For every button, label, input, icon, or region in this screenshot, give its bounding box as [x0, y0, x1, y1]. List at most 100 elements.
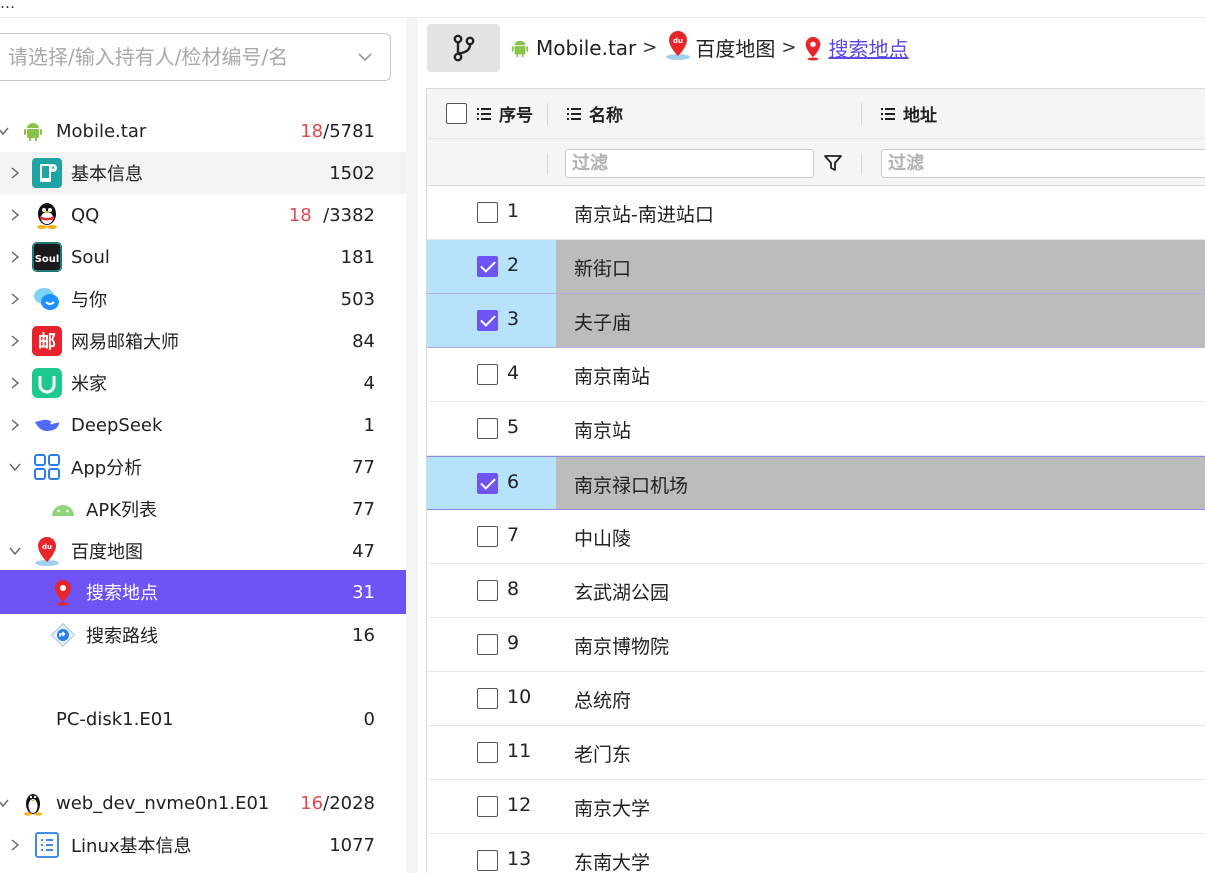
select-all-checkbox[interactable]: [446, 103, 467, 124]
tree-item-soul[interactable]: Soul Soul 181: [0, 236, 406, 278]
tree-item-label: Mobile.tar: [56, 120, 147, 142]
row-select-cell: 1: [427, 186, 556, 239]
chevron-right-icon[interactable]: [8, 334, 22, 348]
soul-icon: Soul: [32, 242, 62, 272]
row-select-cell: 7: [427, 510, 556, 563]
row-select-cell: 12: [427, 780, 556, 833]
filter-icon[interactable]: [823, 153, 843, 173]
tree-item-apk-list[interactable]: APK列表 77: [0, 488, 406, 530]
tree-item-count: 0: [363, 708, 375, 730]
row-seq: 1: [507, 200, 520, 222]
tree-item-count: 16: [352, 624, 375, 646]
tree-item-mobile-tar[interactable]: Mobile.tar 18/5781: [0, 110, 406, 152]
table-row[interactable]: 13 东南大学: [427, 834, 1205, 873]
chevron-right-icon[interactable]: [8, 208, 22, 222]
column-header-name[interactable]: 名称: [567, 101, 623, 126]
column-menu-icon[interactable]: [477, 107, 491, 120]
tree-item-search-routes[interactable]: 搜索路线 16: [0, 614, 406, 656]
evidence-search-input[interactable]: [0, 34, 350, 80]
table-row[interactable]: 1 南京站-南进站口: [427, 186, 1205, 240]
column-divider: [547, 153, 548, 175]
tree-item-deepseek[interactable]: DeepSeek 1: [0, 404, 406, 446]
chevron-right-icon[interactable]: [8, 376, 22, 390]
svg-text:du: du: [673, 37, 683, 45]
table-row[interactable]: 10 总统府: [427, 672, 1205, 726]
tree-item-mijia[interactable]: 米家 4: [0, 362, 406, 404]
chevron-right-icon[interactable]: [8, 292, 22, 306]
table-row[interactable]: 6 南京禄口机场: [427, 456, 1205, 510]
table-row[interactable]: 4 南京南站: [427, 348, 1205, 402]
row-checkbox[interactable]: [477, 742, 498, 763]
tree-item-label: QQ: [71, 204, 100, 226]
breadcrumb-item-baidu[interactable]: 百度地图: [695, 33, 775, 62]
row-checkbox[interactable]: [477, 850, 498, 871]
column-menu-icon[interactable]: [881, 107, 895, 120]
table-row[interactable]: 11 老门东: [427, 726, 1205, 780]
table-row[interactable]: 2 新街口: [427, 240, 1205, 294]
tree-item-app-analysis[interactable]: App分析 77: [0, 446, 406, 488]
row-checkbox[interactable]: [477, 796, 498, 817]
column-divider[interactable]: [861, 103, 862, 125]
row-checkbox[interactable]: [477, 688, 498, 709]
row-name: 南京禄口机场: [574, 475, 689, 497]
chevron-right-icon[interactable]: [8, 250, 22, 264]
tree-item-yuni[interactable]: 与你 503: [0, 278, 406, 320]
row-checkbox[interactable]: [477, 256, 498, 277]
row-checkbox[interactable]: [477, 310, 498, 331]
tree-item-web-dev[interactable]: web_dev_nvme0n1.E01 16/2028: [0, 782, 406, 824]
row-checkbox[interactable]: [477, 418, 498, 439]
table-row[interactable]: 8 玄武湖公园: [427, 564, 1205, 618]
tree-item-baidu-map[interactable]: du 百度地图 47: [0, 530, 406, 572]
tree-item-mail-master[interactable]: 邮 网易邮箱大师 84: [0, 320, 406, 362]
tree-item-count: 1: [363, 414, 375, 436]
tree-item-pc-disk[interactable]: PC-disk1.E01 0: [0, 698, 406, 740]
row-name: 中山陵: [574, 528, 632, 550]
table-row[interactable]: 7 中山陵: [427, 510, 1205, 564]
table-row[interactable]: 12 南京大学: [427, 780, 1205, 834]
row-checkbox[interactable]: [477, 634, 498, 655]
row-seq: 3: [507, 308, 520, 330]
row-name: 新街口: [574, 258, 632, 280]
table-row[interactable]: 5 南京站: [427, 402, 1205, 456]
breadcrumb-separator: >: [781, 37, 797, 58]
row-checkbox[interactable]: [477, 202, 498, 223]
column-header-seq[interactable]: 序号: [477, 101, 533, 126]
row-name: 总统府: [574, 690, 632, 712]
chevron-down-icon[interactable]: [0, 796, 10, 810]
tree-item-qq[interactable]: QQ 18 /3382: [0, 194, 406, 236]
table-row[interactable]: 3 夫子庙: [427, 294, 1205, 348]
chevron-right-icon[interactable]: [8, 418, 22, 432]
chevron-down-icon[interactable]: [8, 544, 22, 558]
tree-item-linux-basic-info[interactable]: Linux基本信息 1077: [0, 824, 406, 866]
chevron-down-icon[interactable]: [356, 48, 374, 66]
address-filter-input[interactable]: [881, 149, 1205, 178]
top-tab-strip: …: [0, 0, 1205, 18]
branch-button[interactable]: [427, 24, 500, 72]
chevron-right-icon[interactable]: [8, 166, 22, 180]
row-checkbox[interactable]: [477, 526, 498, 547]
table-row[interactable]: 9 南京博物院: [427, 618, 1205, 672]
mijia-icon: [32, 368, 62, 398]
evidence-search-select[interactable]: [0, 33, 391, 81]
tree-item-label: 搜索路线: [86, 626, 158, 647]
column-divider[interactable]: [547, 103, 548, 125]
column-menu-icon[interactable]: [567, 107, 581, 120]
mail-master-icon: 邮: [32, 326, 62, 356]
row-checkbox[interactable]: [477, 364, 498, 385]
row-seq: 11: [507, 740, 532, 762]
breadcrumb-item-mobile[interactable]: Mobile.tar: [536, 36, 636, 60]
chevron-down-icon[interactable]: [8, 460, 22, 474]
row-checkbox[interactable]: [477, 580, 498, 601]
tree-item-label: 搜索地点: [86, 583, 158, 604]
row-seq: 7: [507, 524, 520, 546]
tree-item-count: 4: [363, 372, 375, 394]
tree-item-search-places[interactable]: 搜索地点 31: [0, 570, 406, 614]
chevron-right-icon[interactable]: [8, 838, 22, 852]
breadcrumb-item-current[interactable]: 搜索地点: [828, 33, 908, 62]
chevron-down-icon[interactable]: [0, 124, 10, 138]
row-checkbox[interactable]: [477, 473, 498, 494]
location-pin-icon: [806, 36, 821, 60]
tree-item-basic-info[interactable]: 基本信息 1502: [0, 152, 406, 194]
name-filter-input[interactable]: [565, 149, 814, 178]
column-header-address[interactable]: 地址: [881, 101, 937, 126]
